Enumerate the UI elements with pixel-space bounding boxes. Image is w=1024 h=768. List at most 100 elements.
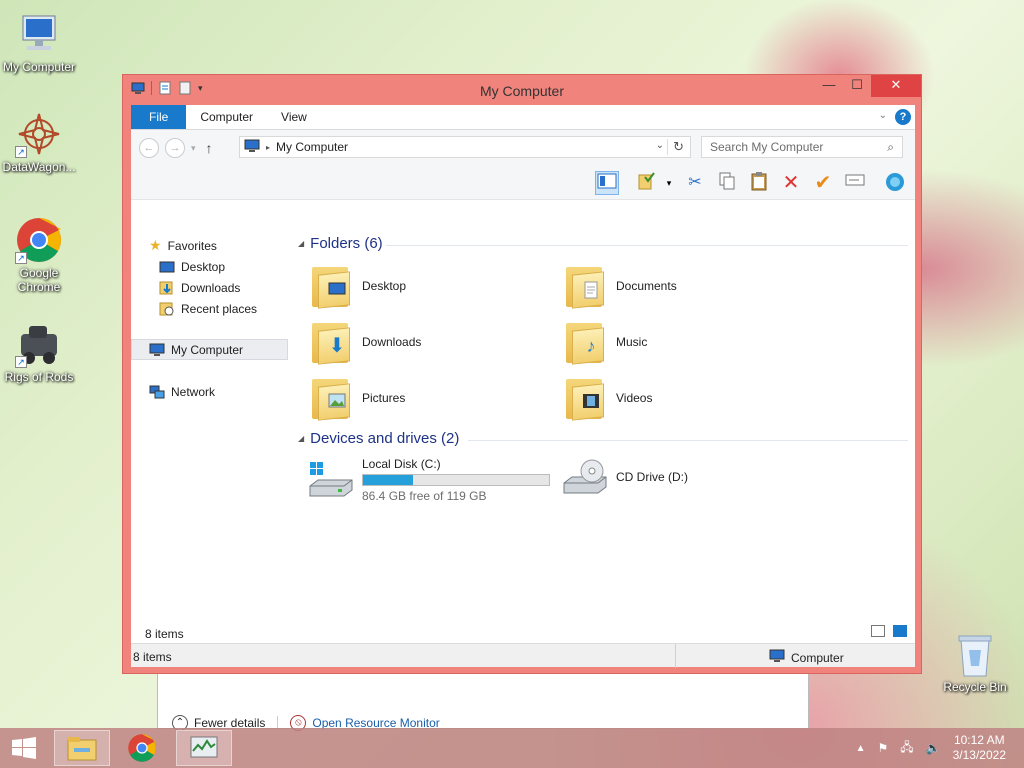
view-switcher: [871, 625, 907, 637]
search-input[interactable]: Search My Computer ⌕: [701, 136, 903, 158]
address-dropdown-icon[interactable]: ⌄: [656, 140, 664, 151]
desktop-icon: [328, 281, 346, 299]
maximize-button[interactable]: ☐: [843, 75, 871, 97]
folder-icon: ⬇: [310, 319, 352, 365]
folder-icon: ♪: [564, 319, 606, 365]
expand-ribbon-icon[interactable]: ⌄: [879, 110, 887, 121]
tab-computer[interactable]: Computer: [186, 105, 267, 129]
desktop-icon-google-chrome[interactable]: ↗ Google Chrome: [0, 216, 78, 294]
drive-name: CD Drive (D:): [616, 470, 688, 484]
documents-icon: [582, 281, 600, 299]
folder-desktop[interactable]: Desktop: [310, 261, 540, 311]
folder-label: Pictures: [362, 391, 406, 405]
tab-file[interactable]: File: [131, 105, 187, 129]
network-status-icon[interactable]: 🖧: [900, 738, 913, 759]
drive-info: Local Disk (C:) 86.4 GB free of 119 GB: [362, 457, 550, 503]
recent-locations-icon[interactable]: ▾: [191, 143, 196, 154]
nav-favorites-label: Favorites: [167, 238, 217, 253]
divider: [675, 644, 676, 668]
task-manager-icon: [190, 736, 218, 758]
address-text[interactable]: My Computer: [276, 140, 348, 154]
details-view-icon[interactable]: [871, 625, 885, 637]
folder-icon: [564, 263, 606, 309]
desktop-icon-recycle-bin[interactable]: Recycle Bin: [940, 630, 1010, 694]
drive-usage-fill: [363, 475, 414, 485]
cut-icon[interactable]: ✂: [683, 171, 707, 195]
folder-documents[interactable]: Documents: [564, 261, 794, 311]
folder-label: Downloads: [362, 335, 422, 349]
computer-icon: [149, 343, 165, 357]
collapse-icon[interactable]: ◢: [298, 239, 304, 248]
folders-group-title: Folders (6): [310, 235, 383, 252]
help-icon[interactable]: ?: [895, 109, 911, 125]
drive-free-space: 86.4 GB free of 119 GB: [362, 489, 487, 503]
start-button[interactable]: [0, 728, 48, 768]
action-center-flag-icon[interactable]: ⚑: [878, 741, 889, 755]
nav-favorites[interactable]: ★ Favorites: [149, 235, 217, 256]
forward-button[interactable]: →: [165, 138, 185, 158]
copy-icon[interactable]: [715, 171, 739, 195]
folder-downloads[interactable]: ⬇ Downloads: [310, 317, 540, 367]
collapse-icon[interactable]: ◢: [298, 434, 304, 443]
delete-icon[interactable]: ✕: [779, 171, 803, 195]
volume-muted-icon[interactable]: 🔈: [926, 741, 941, 755]
ribbon-tabs: File Computer View ⌄ ?: [131, 105, 915, 130]
desktop-icon-my-computer[interactable]: My Computer: [0, 10, 78, 74]
chrome-icon: [128, 734, 156, 762]
close-button[interactable]: ✕: [871, 75, 921, 97]
back-button[interactable]: ←: [139, 138, 159, 158]
nav-downloads[interactable]: Downloads: [159, 277, 240, 298]
paste-icon[interactable]: [747, 171, 771, 195]
show-hidden-icons-icon[interactable]: ▲: [856, 743, 866, 754]
nav-my-computer[interactable]: My Computer: [131, 339, 288, 360]
computer-icon: [244, 139, 260, 156]
check-icon[interactable]: ✔: [811, 171, 835, 195]
desktop-icon-rigs-of-rods[interactable]: ↗ Rigs of Rods: [0, 320, 78, 384]
drive-cd-d[interactable]: CD Drive (D:): [562, 457, 688, 497]
network-globe-icon[interactable]: [883, 171, 907, 195]
address-bar[interactable]: ▸ My Computer ⌄ ↻: [239, 136, 691, 158]
folder-videos[interactable]: Videos: [564, 373, 794, 423]
select-all-icon[interactable]: [635, 171, 659, 195]
title-bar[interactable]: ▾ My Computer — ☐ ✕: [123, 75, 921, 105]
folder-icon: [310, 263, 352, 309]
drive-usage-bar: [362, 474, 550, 486]
breadcrumb-chevron-icon[interactable]: ▸: [266, 143, 270, 152]
taskbar-task-manager[interactable]: [176, 730, 232, 766]
search-icon[interactable]: ⌕: [887, 137, 894, 157]
up-button[interactable]: ↑: [206, 140, 213, 156]
nav-network[interactable]: Network: [149, 381, 215, 402]
preview-pane-button[interactable]: [595, 171, 619, 195]
nav-desktop[interactable]: Desktop: [159, 256, 225, 277]
folder-icon: [564, 375, 606, 421]
folders-group-header[interactable]: ◢ Folders (6): [298, 235, 383, 252]
clock[interactable]: 10:12 AM 3/13/2022: [953, 733, 1006, 763]
drive-local-disk-c[interactable]: Local Disk (C:) 86.4 GB free of 119 GB: [308, 457, 550, 503]
minimize-button[interactable]: —: [815, 75, 843, 97]
options-dropdown-icon[interactable]: ▾: [657, 171, 681, 195]
folder-pictures[interactable]: Pictures: [310, 373, 540, 423]
recent-places-icon: [159, 302, 175, 316]
folder-music[interactable]: ♪ Music: [564, 317, 794, 367]
nav-recent-places-label: Recent places: [181, 301, 258, 316]
network-icon: [149, 385, 165, 399]
navigation-bar: ← → ▾ ↑ ▸ My Computer ⌄ ↻ Search My Comp…: [131, 130, 915, 166]
desktop-icon-datawagon[interactable]: ↗ DataWagon...: [0, 110, 78, 174]
rename-icon[interactable]: [843, 171, 867, 195]
devices-group-header[interactable]: ◢ Devices and drives (2): [298, 430, 459, 447]
tab-view[interactable]: View: [267, 105, 321, 129]
windows-logo-icon: [12, 737, 36, 759]
system-tray: ▲ ⚑ 🖧 🔈 10:12 AM 3/13/2022: [856, 728, 1024, 768]
divider: [386, 245, 908, 246]
music-note-icon: ♪: [586, 336, 596, 356]
large-icons-view-icon[interactable]: [893, 625, 907, 637]
refresh-icon[interactable]: ↻: [673, 139, 684, 155]
explorer-window: ▾ My Computer — ☐ ✕ File Computer View ⌄…: [122, 74, 922, 674]
computer-icon: [15, 10, 63, 58]
downloads-icon: [159, 281, 175, 295]
desktop-icon-label: Rigs of Rods: [4, 370, 74, 384]
taskbar-chrome[interactable]: [114, 730, 170, 766]
nav-recent-places[interactable]: Recent places: [159, 298, 257, 319]
taskbar-file-explorer[interactable]: [54, 730, 110, 766]
download-arrow-icon: ⬇: [328, 335, 346, 357]
